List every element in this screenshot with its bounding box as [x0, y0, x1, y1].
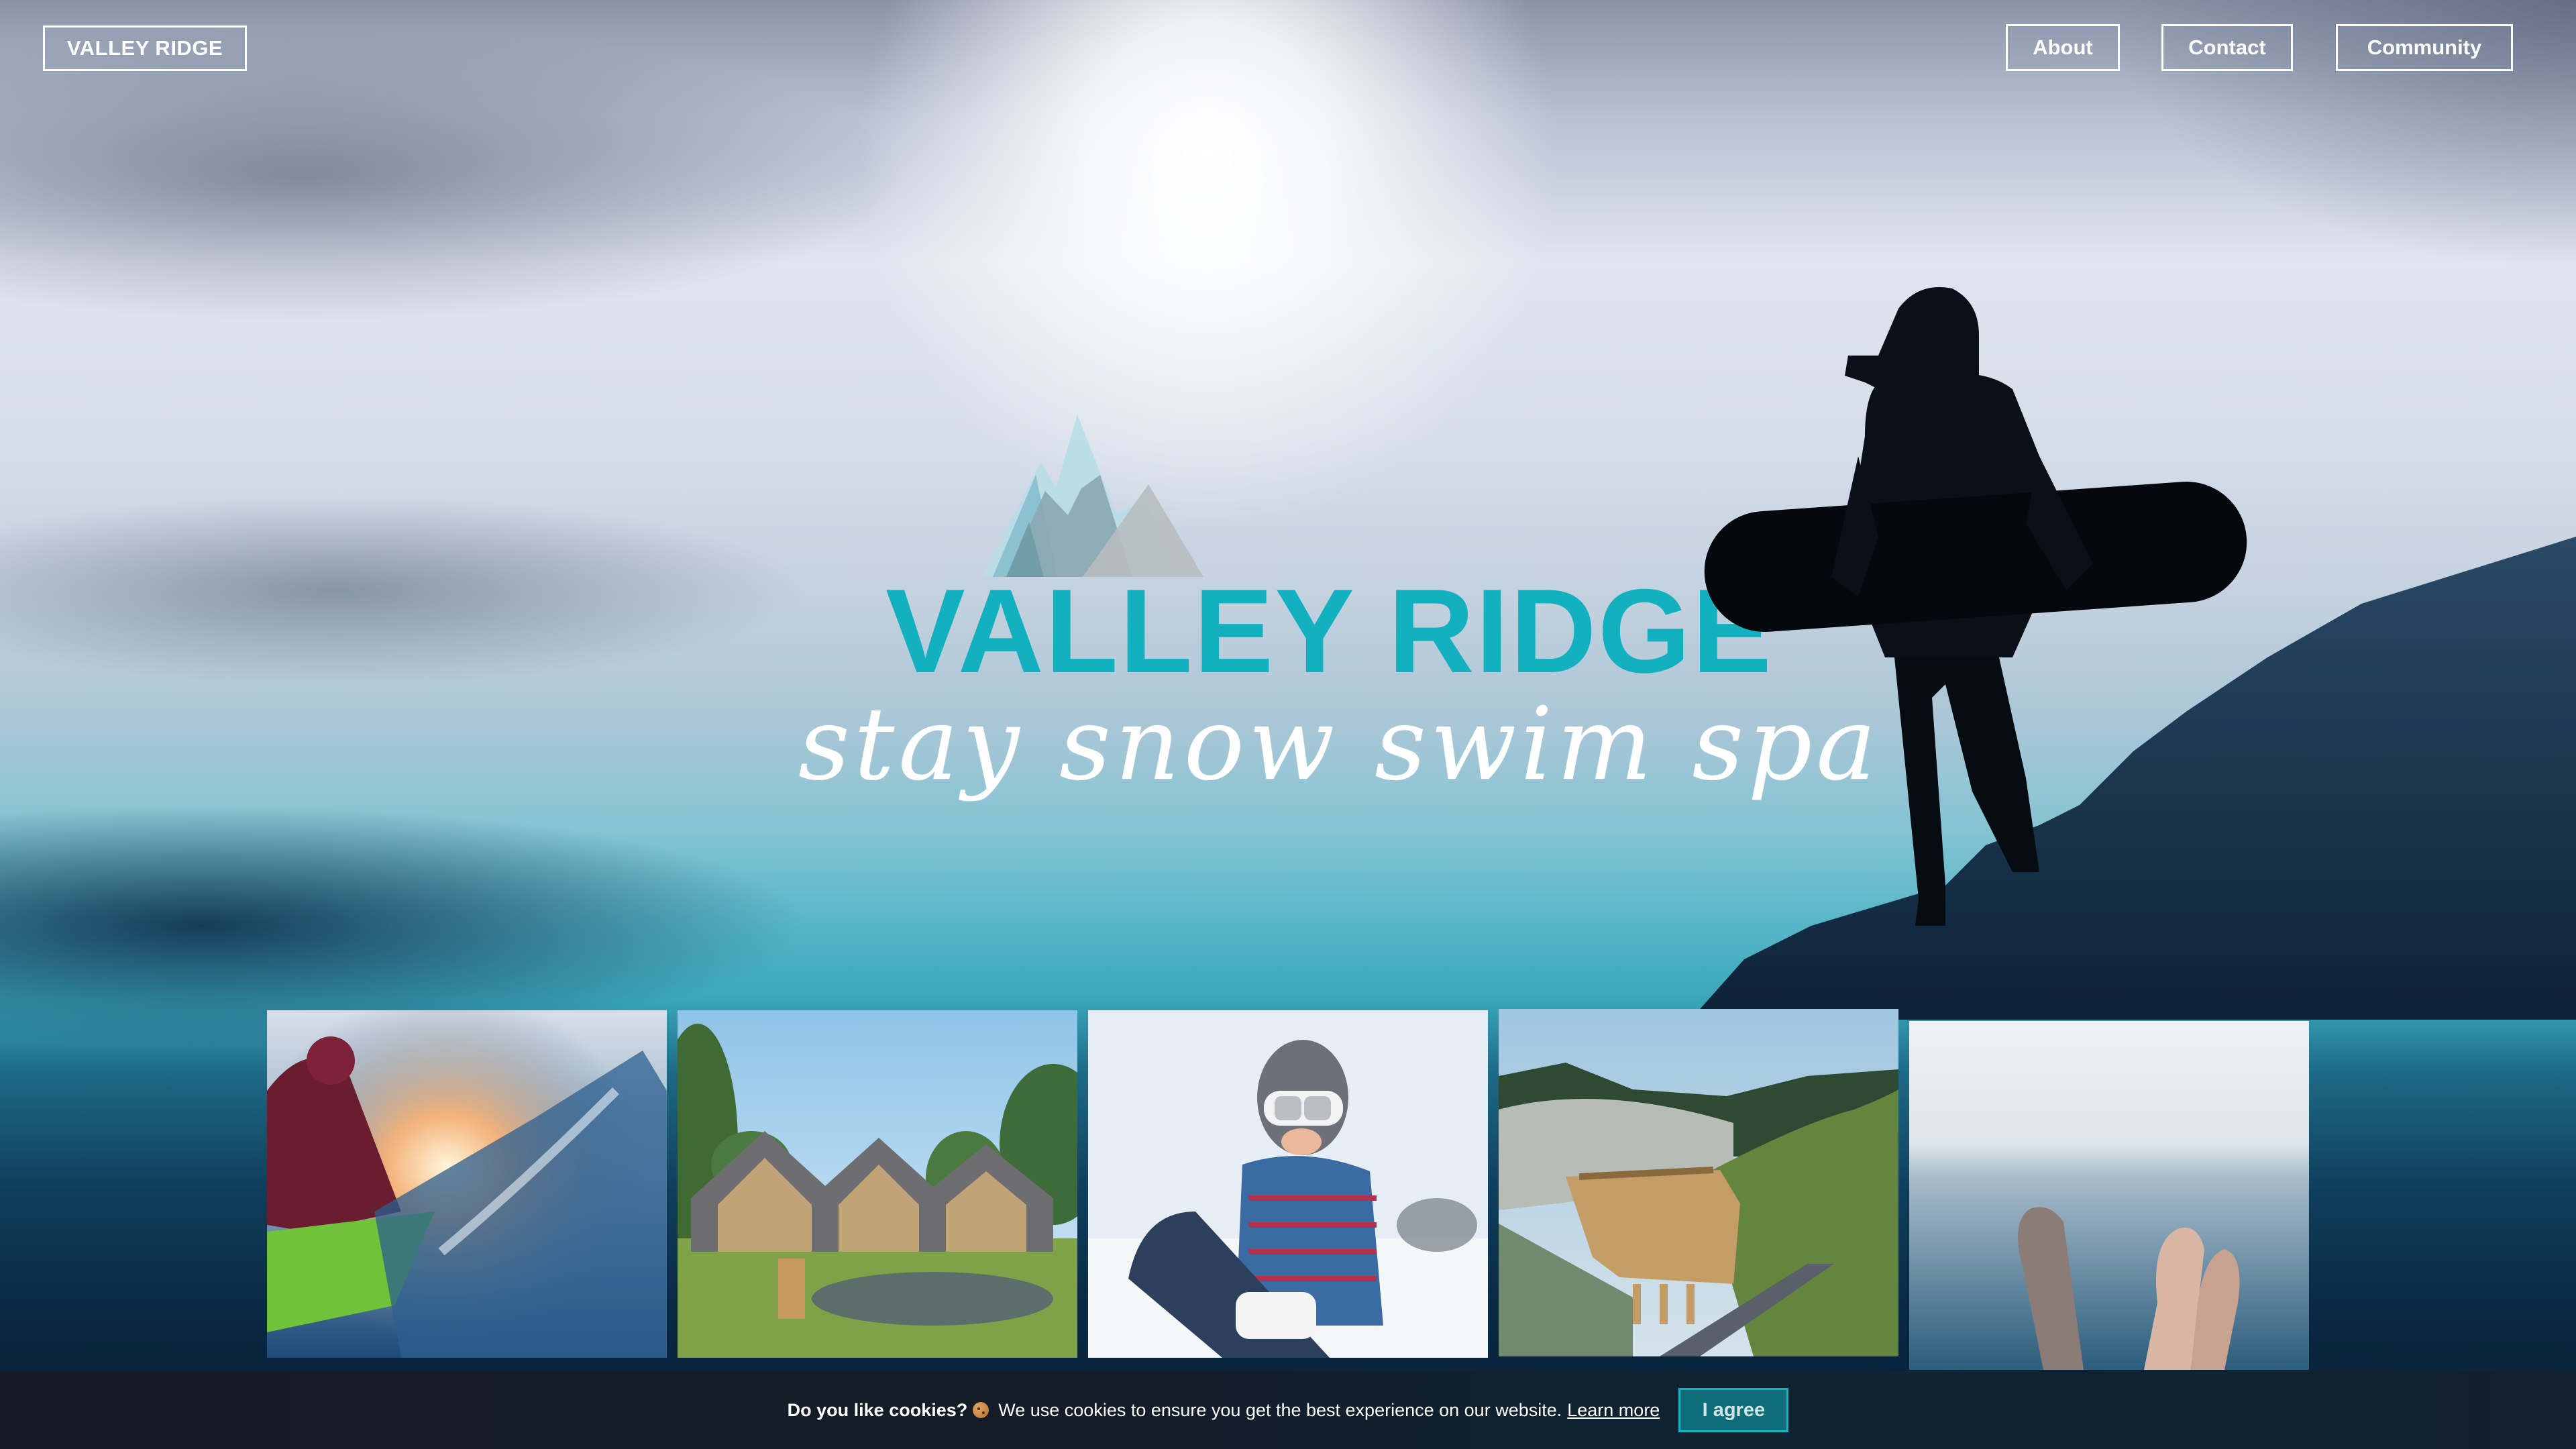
- nav-community-button[interactable]: Community: [2336, 24, 2513, 71]
- lodges-image: [678, 1010, 1077, 1358]
- brand-label: VALLEY RIDGE: [66, 36, 223, 60]
- snowboarding-image: [1088, 1010, 1488, 1358]
- cookie-heading: Do you like cookies?: [787, 1399, 968, 1420]
- spa-building-image: [1499, 1009, 1898, 1356]
- learn-more-link[interactable]: Learn more: [1567, 1400, 1660, 1421]
- silhouette-snowboard: [1704, 482, 2247, 632]
- nav-contact-button[interactable]: Contact: [2161, 24, 2293, 71]
- gallery-tile-kayaking[interactable]: [267, 1010, 667, 1358]
- brand-home-button[interactable]: VALLEY RIDGE: [43, 25, 247, 71]
- agree-button[interactable]: I agree: [1678, 1388, 1789, 1432]
- gallery-tile-spa-building[interactable]: [1499, 1009, 1898, 1356]
- landing-page: VALLEY RIDGE About Contact Community VAL…: [0, 0, 2576, 1449]
- cookie-consent-bar: Do you like cookies? We use cookies to e…: [0, 1371, 2576, 1449]
- cookie-message: Do you like cookies? We use cookies to e…: [788, 1400, 1660, 1421]
- kayaking-image: [267, 1010, 667, 1358]
- gallery-tile-lodges[interactable]: [678, 1010, 1077, 1358]
- silhouette-head: [1845, 287, 1979, 396]
- gallery-tile-snowboarding[interactable]: [1088, 1010, 1488, 1358]
- nav-about-button[interactable]: About: [2006, 24, 2120, 71]
- cookie-icon: [973, 1402, 989, 1418]
- nav-community-label: Community: [2367, 36, 2482, 59]
- hot-pool-image: [1909, 1021, 2309, 1370]
- hero-tagline: stay snow swim spa: [798, 686, 1880, 803]
- agree-button-label: I agree: [1702, 1399, 1766, 1421]
- nav-contact-label: Contact: [2188, 36, 2266, 59]
- gallery-tile-hot-pool[interactable]: [1909, 1021, 2309, 1370]
- cookie-body-text: We use cookies to ensure you get the bes…: [998, 1399, 1562, 1420]
- nav-about-label: About: [2033, 36, 2093, 59]
- mountain-logo-icon: [982, 415, 1203, 577]
- snowboarder-silhouette: [1690, 287, 2576, 1020]
